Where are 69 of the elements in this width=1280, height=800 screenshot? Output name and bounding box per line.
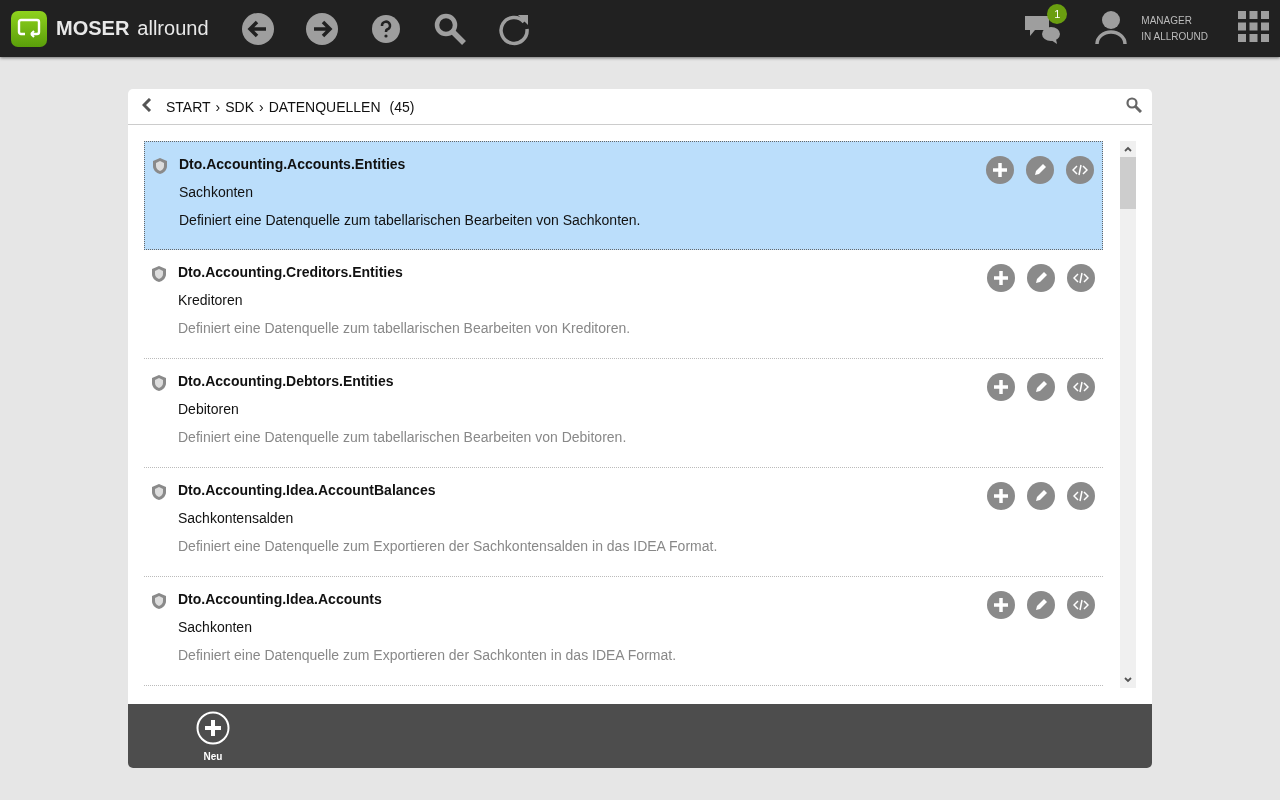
- edit-button[interactable]: [1027, 373, 1055, 401]
- datasource-name: Dto.Accounting.Debtors.Entities: [178, 373, 395, 389]
- datasource-title: Sachkonten: [178, 619, 253, 635]
- add-button[interactable]: [987, 264, 1015, 292]
- datasource-name: Dto.Accounting.Accounts.Entities: [179, 156, 407, 172]
- code-button[interactable]: [1066, 156, 1094, 184]
- user-role: MANAGER: [1141, 13, 1193, 28]
- datasource-list-item[interactable]: Dto.Accounting.Debtors.Entities Debitoren Definiert eine Datenquelle zum tabellarischen Bearbeiten von Debitoren.: [144, 359, 1103, 468]
- plus-icon: [994, 380, 1008, 394]
- datasource-title: Debitoren: [178, 401, 240, 417]
- datasource-title: Kreditoren: [178, 292, 244, 308]
- add-button[interactable]: [987, 373, 1015, 401]
- scroll-down-icon[interactable]: [1124, 677, 1132, 683]
- datasource-list-item[interactable]: Dto.Accounting.Idea.Accounts Sachkonten Definiert eine Datenquelle zum Exportieren der Sachkonten in das IDEA Format.: [144, 577, 1103, 686]
- code-button[interactable]: [1067, 264, 1095, 292]
- pencil-icon: [1034, 271, 1048, 285]
- item-count: (45): [389, 98, 415, 115]
- datasource-description: Definiert eine Datenquelle zum tabellarischen Bearbeiten von Sachkonten.: [179, 212, 642, 228]
- datasource-name: Dto.Accounting.Idea.AccountBalances: [178, 482, 437, 498]
- datasource-list-item[interactable]: Dto.Accounting.Accounts.Entities Sachkonten Definiert eine Datenquelle zum tabellarischen Bearbeiten von Sachkonten.: [144, 141, 1103, 250]
- pencil-icon: [1034, 489, 1048, 503]
- datasource-name: Dto.Accounting.Idea.Accounts: [178, 591, 383, 607]
- edit-button[interactable]: [1027, 264, 1055, 292]
- edit-button[interactable]: [1027, 591, 1055, 619]
- datasource-list-item[interactable]: Dto.Accounting.Idea.AccountBalances Sachkontensalden Definiert eine Datenquelle zum Exportieren der Sachkontensalden in das IDEA Format.: [144, 468, 1103, 577]
- code-button[interactable]: [1067, 591, 1095, 619]
- datasource-description: Definiert eine Datenquelle zum tabellarischen Bearbeiten von Debitoren.: [178, 429, 628, 445]
- datasource-description: Definiert eine Datenquelle zum Exportieren der Sachkontensalden in das IDEA Format.: [178, 538, 719, 554]
- breadcrumb-link[interactable]: START: [166, 98, 211, 115]
- code-button[interactable]: [1067, 373, 1095, 401]
- datasource-description: Definiert eine Datenquelle zum Exportieren der Sachkonten in das IDEA Format.: [178, 647, 678, 663]
- code-icon: [1072, 164, 1088, 176]
- add-button[interactable]: [987, 591, 1015, 619]
- datasource-name: Dto.Accounting.Creditors.Entities: [178, 264, 404, 280]
- code-icon: [1073, 381, 1089, 393]
- brand-name: MOSER: [56, 17, 130, 40]
- add-button[interactable]: [987, 482, 1015, 510]
- pencil-icon: [1033, 163, 1047, 177]
- scrollbar-thumb[interactable]: [1120, 157, 1136, 209]
- user-context: IN ALLROUND: [1141, 29, 1208, 44]
- add-button[interactable]: [986, 156, 1014, 184]
- message-count-badge: 1: [1047, 3, 1068, 24]
- code-icon: [1073, 272, 1089, 284]
- pencil-icon: [1034, 598, 1048, 612]
- scrollbar-track[interactable]: [1120, 141, 1136, 688]
- plus-icon: [994, 489, 1008, 503]
- edit-button[interactable]: [1026, 156, 1054, 184]
- pencil-icon: [1034, 380, 1048, 394]
- code-icon: [1073, 490, 1089, 502]
- breadcrumb-link[interactable]: DATENQUELLEN: [268, 98, 381, 115]
- plus-icon: [994, 271, 1008, 285]
- code-icon: [1073, 599, 1089, 611]
- breadcrumb-separator: ›: [259, 98, 264, 115]
- edit-button[interactable]: [1027, 482, 1055, 510]
- app-logo-icon: [11, 10, 47, 47]
- scroll-up-icon[interactable]: [1124, 146, 1132, 152]
- datasource-description: Definiert eine Datenquelle zum tabellarischen Bearbeiten von Kreditoren.: [178, 320, 632, 336]
- code-button[interactable]: [1067, 482, 1095, 510]
- breadcrumb-link[interactable]: SDK: [225, 98, 255, 115]
- brand-suffix: allround: [137, 17, 209, 40]
- search-icon[interactable]: [432, 11, 467, 46]
- datasource-title: Sachkontensalden: [178, 510, 295, 526]
- back-icon[interactable]: [240, 11, 275, 46]
- datasource-list-item[interactable]: Dto.Accounting.Creditors.Entities Kreditoren Definiert eine Datenquelle zum tabellarischen Bearbeiten von Kreditoren.: [144, 250, 1103, 359]
- plus-icon: [993, 163, 1007, 177]
- forward-icon[interactable]: [304, 11, 339, 46]
- plus-icon: [994, 598, 1008, 612]
- datasource-title: Sachkonten: [179, 184, 254, 200]
- breadcrumb-separator: ›: [215, 98, 221, 115]
